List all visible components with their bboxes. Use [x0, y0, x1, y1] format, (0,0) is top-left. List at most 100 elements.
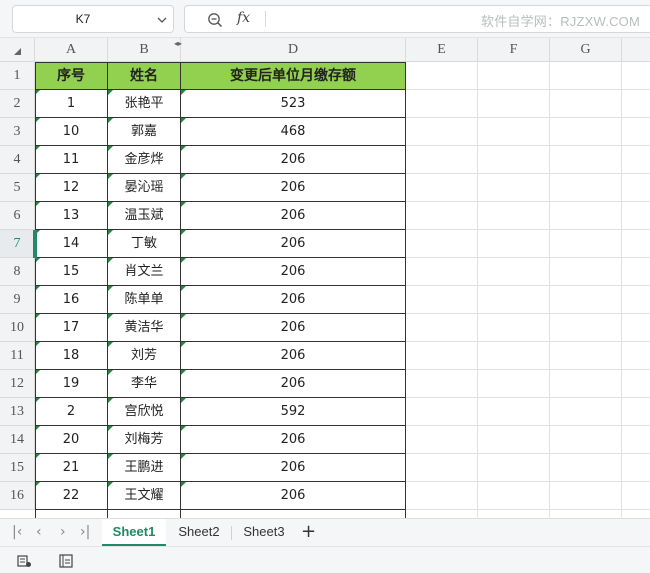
cell-value: 1: [66, 96, 76, 111]
select-all-corner[interactable]: [0, 38, 35, 62]
amount-cell[interactable]: 523: [181, 90, 406, 118]
chevron-down-icon[interactable]: [157, 15, 167, 25]
amount-cell[interactable]: 206: [181, 258, 406, 286]
name-cell[interactable]: 金彦烨: [108, 146, 181, 174]
gridline: [477, 62, 478, 518]
column-header-d[interactable]: D: [181, 38, 406, 62]
row-header-5[interactable]: 5: [0, 174, 35, 202]
row-header-2[interactable]: 2: [0, 90, 35, 118]
amount-cell[interactable]: 206: [181, 314, 406, 342]
seq-cell[interactable]: 16: [35, 286, 108, 314]
tab-sheet3[interactable]: Sheet3: [233, 519, 295, 546]
seq-cell[interactable]: 10: [35, 118, 108, 146]
cell-value: 12: [62, 180, 80, 195]
amount-cell[interactable]: 206: [181, 426, 406, 454]
seq-cell[interactable]: 17: [35, 314, 108, 342]
last-sheet-icon[interactable]: ›|: [80, 524, 90, 540]
seq-cell[interactable]: 19: [35, 370, 108, 398]
seq-cell[interactable]: 20: [35, 426, 108, 454]
row-header-4[interactable]: 4: [0, 146, 35, 174]
number-as-text-flag-icon: [108, 398, 113, 403]
amount-cell[interactable]: 206: [181, 174, 406, 202]
seq-cell[interactable]: 12: [35, 174, 108, 202]
prev-sheet-icon[interactable]: ‹: [36, 524, 42, 540]
row-header-10[interactable]: 10: [0, 314, 35, 342]
name-cell[interactable]: 张艳平: [108, 90, 181, 118]
cell-value: 刘芳: [130, 348, 157, 363]
row-header-14[interactable]: 14: [0, 426, 35, 454]
first-sheet-icon[interactable]: |‹: [12, 524, 22, 540]
amount-cell[interactable]: 206: [181, 482, 406, 510]
row-header-6[interactable]: 6: [0, 202, 35, 230]
seq-cell[interactable]: 13: [35, 202, 108, 230]
column-header-h[interactable]: [622, 38, 650, 62]
seq-cell[interactable]: 18: [35, 342, 108, 370]
row-header-13[interactable]: 13: [0, 398, 35, 426]
cell-value: 20: [62, 432, 80, 447]
amount-cell[interactable]: 206: [181, 286, 406, 314]
table-header-amount[interactable]: 变更后单位月缴存额: [181, 62, 406, 90]
name-cell[interactable]: 刘芳: [108, 342, 181, 370]
expand-hidden-column-icon[interactable]: ◂▸: [174, 40, 182, 48]
page-layout-icon[interactable]: [58, 553, 74, 569]
cell-value: 陈单单: [124, 292, 164, 307]
amount-cell[interactable]: 206: [181, 202, 406, 230]
row-header-7[interactable]: 7: [0, 230, 35, 258]
function-icon[interactable]: fx: [237, 10, 250, 26]
row-header-12[interactable]: 12: [0, 370, 35, 398]
name-cell[interactable]: 宫欣悦: [108, 398, 181, 426]
cell-value: 11: [62, 152, 80, 167]
amount-cell[interactable]: 206: [181, 230, 406, 258]
row-header-11[interactable]: 11: [0, 342, 35, 370]
amount-cell[interactable]: 206: [181, 342, 406, 370]
seq-cell[interactable]: 1: [35, 90, 108, 118]
tab-sheet2[interactable]: Sheet2: [168, 519, 230, 546]
name-cell[interactable]: 肖文兰: [108, 258, 181, 286]
row-header-15[interactable]: 15: [0, 454, 35, 482]
row-header-1[interactable]: 1: [0, 62, 35, 90]
name-cell[interactable]: 郭嘉: [108, 118, 181, 146]
add-sheet-button[interactable]: +: [301, 521, 316, 542]
seq-cell[interactable]: 21: [35, 454, 108, 482]
zoom-out-icon[interactable]: [207, 12, 223, 28]
seq-cell[interactable]: 11: [35, 146, 108, 174]
row-header-3[interactable]: 3: [0, 118, 35, 146]
row-header-16[interactable]: 16: [0, 482, 35, 510]
amount-cell[interactable]: 468: [181, 118, 406, 146]
table-header-name[interactable]: 姓名: [108, 62, 181, 90]
number-as-text-flag-icon: [108, 314, 113, 319]
status-bar: [0, 546, 650, 573]
name-cell[interactable]: 丁敏: [108, 230, 181, 258]
amount-cell[interactable]: 206: [181, 370, 406, 398]
amount-cell[interactable]: 206: [181, 146, 406, 174]
column-header-e[interactable]: E: [406, 38, 478, 62]
name-cell[interactable]: 黄洁华: [108, 314, 181, 342]
row-header-8[interactable]: 8: [0, 258, 35, 286]
column-header-b[interactable]: B: [108, 38, 181, 62]
number-as-text-flag-icon: [181, 202, 186, 207]
number-as-text-flag-icon: [108, 482, 113, 487]
macro-record-icon[interactable]: [16, 553, 32, 569]
amount-cell[interactable]: 592: [181, 398, 406, 426]
column-header-f[interactable]: F: [478, 38, 550, 62]
seq-cell[interactable]: 15: [35, 258, 108, 286]
name-cell[interactable]: 温玉斌: [108, 202, 181, 230]
seq-cell[interactable]: 22: [35, 482, 108, 510]
name-cell[interactable]: 王鹏进: [108, 454, 181, 482]
tab-sheet1[interactable]: Sheet1: [102, 519, 166, 546]
amount-cell[interactable]: 206: [181, 454, 406, 482]
next-sheet-icon[interactable]: ›: [60, 524, 66, 540]
formula-input[interactable]: fx 软件自学网：RJZXW.COM: [184, 5, 650, 33]
column-header-g[interactable]: G: [550, 38, 622, 62]
name-cell[interactable]: 刘梅芳: [108, 426, 181, 454]
table-header-seq[interactable]: 序号: [35, 62, 108, 90]
column-header-a[interactable]: A: [35, 38, 108, 62]
name-cell[interactable]: 王文耀: [108, 482, 181, 510]
cell-value: 206: [280, 320, 306, 335]
name-cell[interactable]: 晏沁瑶: [108, 174, 181, 202]
name-cell[interactable]: 李华: [108, 370, 181, 398]
name-cell[interactable]: 陈单单: [108, 286, 181, 314]
row-header-9[interactable]: 9: [0, 286, 35, 314]
name-box[interactable]: K7: [12, 5, 174, 33]
seq-cell[interactable]: 2: [35, 398, 108, 426]
